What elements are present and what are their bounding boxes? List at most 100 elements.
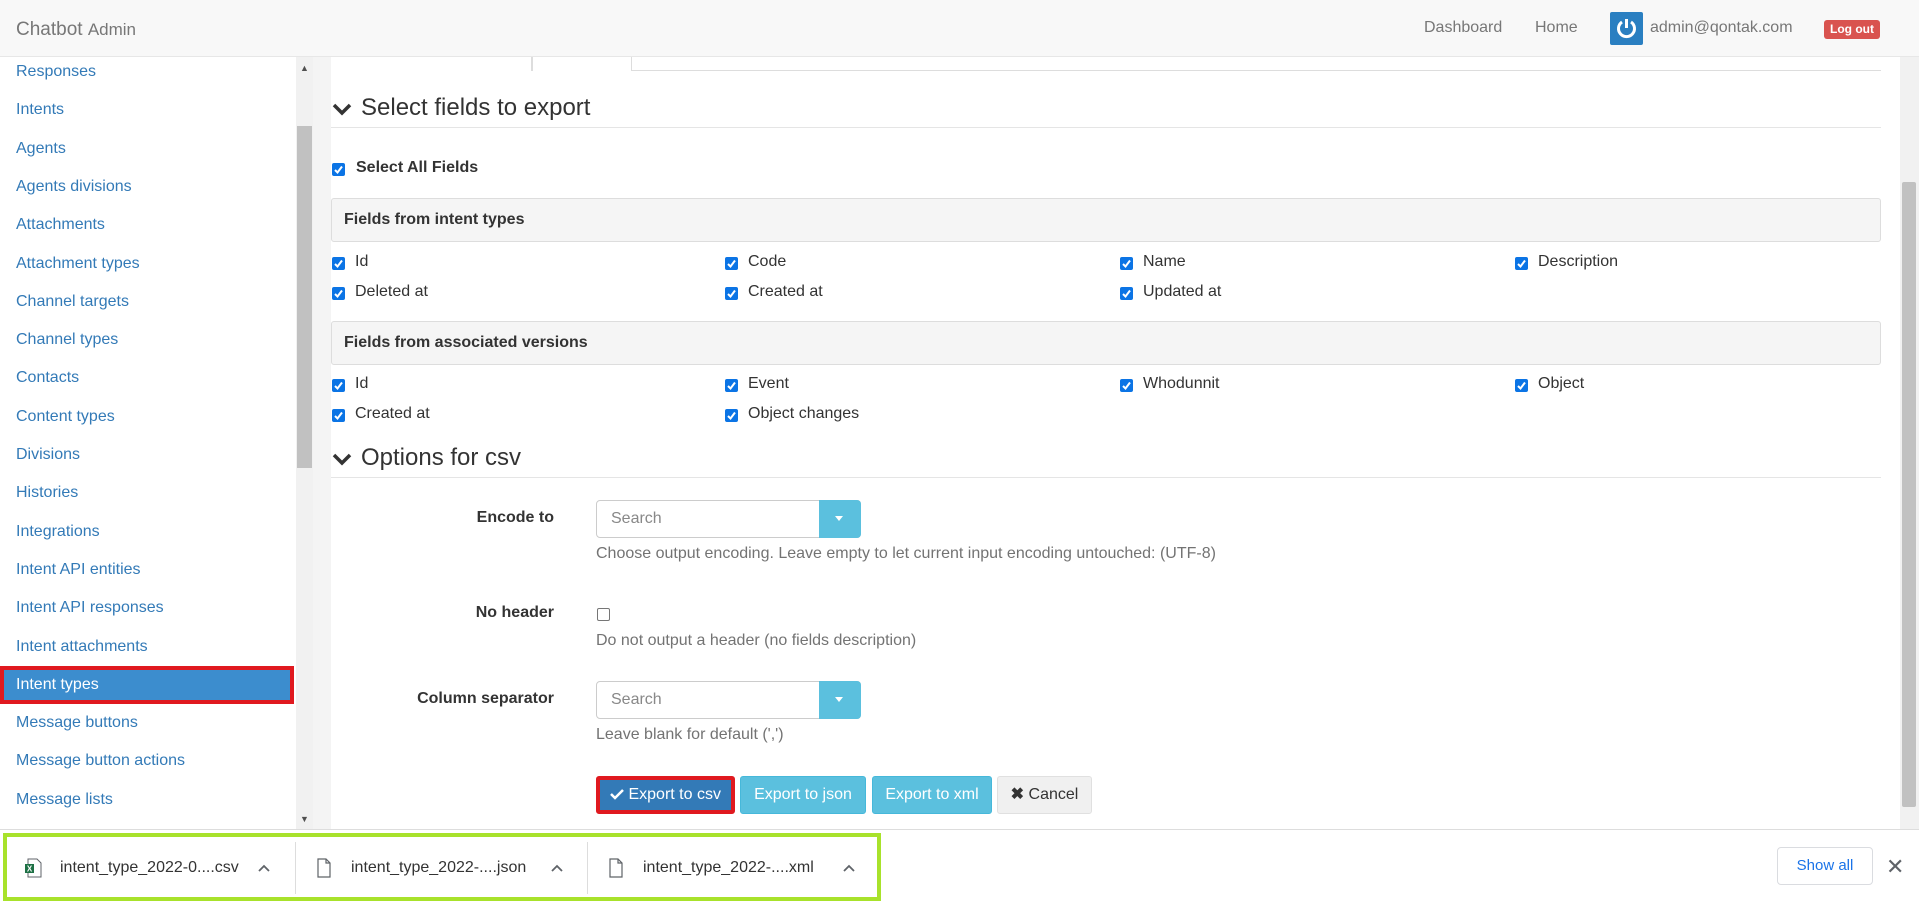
scroll-up-icon[interactable]: ▲ xyxy=(296,60,313,77)
dropdown-button[interactable] xyxy=(819,681,861,719)
user-email[interactable]: admin@qontak.com xyxy=(1650,19,1793,37)
field-checkbox-updated-at[interactable] xyxy=(1120,287,1133,300)
chevron-up-icon[interactable] xyxy=(258,864,270,872)
sidebar-item-integrations[interactable]: Integrations xyxy=(0,513,294,551)
field-label-event: Event xyxy=(748,375,789,392)
tab-divider xyxy=(632,70,1881,71)
checkmark-icon xyxy=(1122,289,1131,299)
export-csv-button[interactable]: Export to csv xyxy=(596,776,735,814)
sidebar-item-responses[interactable]: Responses xyxy=(0,57,294,91)
download-name: intent_type_2022-....json xyxy=(351,859,527,876)
cancel-button[interactable]: ✖ Cancel xyxy=(997,776,1092,814)
sidebar-item-message-buttons[interactable]: Message buttons xyxy=(0,704,294,742)
field-label-created-at: Created at xyxy=(355,405,430,422)
sidebar-item-divisions[interactable]: Divisions xyxy=(0,436,294,474)
section-fields-title: Select fields to export xyxy=(361,94,591,121)
avatar[interactable] xyxy=(1610,12,1643,45)
field-label-code: Code xyxy=(748,253,787,270)
file-icon xyxy=(609,858,623,878)
checkmark-icon xyxy=(727,259,736,269)
field-checkbox-id[interactable] xyxy=(332,257,345,270)
section-fields-header[interactable]: Select fields to export xyxy=(331,94,590,122)
caret-down-icon xyxy=(835,516,843,521)
field-label-id: Id xyxy=(355,375,369,392)
sidebar-item-message-button-actions[interactable]: Message button actions xyxy=(0,742,294,780)
show-all-button[interactable]: Show all xyxy=(1777,847,1873,885)
group-associated-versions: Fields from associated versions xyxy=(331,321,1881,365)
download-item-json[interactable]: intent_type_2022-....json xyxy=(316,842,586,894)
dropdown-button[interactable] xyxy=(819,500,861,538)
close-icon: ✖ xyxy=(1010,786,1025,803)
sidebar-item-channel-targets[interactable]: Channel targets xyxy=(0,283,294,321)
group-versions-title: Fields from associated versions xyxy=(344,334,588,351)
brand[interactable]: Chatbot Admin xyxy=(16,19,136,41)
field-label-created-at: Created at xyxy=(748,283,823,300)
download-name: intent_type_2022-....xml xyxy=(643,859,814,876)
sidebar-item-intent-attachments[interactable]: Intent attachments xyxy=(0,628,294,666)
field-checkbox-object-changes[interactable] xyxy=(725,409,738,422)
download-item-xml[interactable]: intent_type_2022-....xml xyxy=(608,842,878,894)
download-separator xyxy=(587,842,588,894)
field-label-name: Name xyxy=(1143,253,1186,270)
scroll-down-icon[interactable]: ▼ xyxy=(296,811,313,828)
field-checkbox-whodunnit[interactable] xyxy=(1120,379,1133,392)
sidebar-item-intent-api-entities[interactable]: Intent API entities xyxy=(0,551,294,589)
field-checkbox-code[interactable] xyxy=(725,257,738,270)
main-scrollbar-thumb[interactable] xyxy=(1902,182,1916,807)
sidebar-item-channel-types[interactable]: Channel types xyxy=(0,321,294,359)
sidebar-item-contacts[interactable]: Contacts xyxy=(0,359,294,397)
sidebar-item-agents[interactable]: Agents xyxy=(0,130,294,168)
sidebar-scrollbar-thumb[interactable] xyxy=(297,126,312,468)
sidebar-item-content-types[interactable]: Content types xyxy=(0,398,294,436)
field-label-object-changes: Object changes xyxy=(748,405,860,422)
field-checkbox-created-at[interactable] xyxy=(332,409,345,422)
export-xml-button[interactable]: Export to xml xyxy=(872,776,992,814)
encode-help: Choose output encoding. Leave empty to l… xyxy=(596,545,1216,562)
logout-button[interactable]: Log out xyxy=(1824,20,1880,39)
sidebar-item-intent-api-responses[interactable]: Intent API responses xyxy=(0,589,294,627)
chevron-down-icon xyxy=(332,453,352,466)
separator-placeholder: Search xyxy=(611,691,662,708)
section-options-header[interactable]: Options for csv xyxy=(331,444,521,472)
field-checkbox-event[interactable] xyxy=(725,379,738,392)
separator-help: Leave blank for default (',') xyxy=(596,726,784,743)
close-icon[interactable]: ✕ xyxy=(1886,854,1904,880)
nav-home-link[interactable]: Home xyxy=(1535,19,1578,37)
download-item-csv[interactable]: X intent_type_2022-0....csv xyxy=(22,842,292,894)
group-intent-types: Fields from intent types xyxy=(331,198,1881,242)
download-separator xyxy=(295,842,296,894)
sidebar-item-histories[interactable]: Histories xyxy=(0,474,294,512)
sidebar-item-intents[interactable]: Intents xyxy=(0,91,294,129)
field-label-id: Id xyxy=(355,253,369,270)
sidebar-item-intent-types[interactable]: Intent types xyxy=(0,665,294,704)
field-label-object: Object xyxy=(1538,375,1585,392)
field-checkbox-id[interactable] xyxy=(332,379,345,392)
brand-subtitle: Admin xyxy=(87,20,137,39)
field-checkbox-deleted-at[interactable] xyxy=(332,287,345,300)
field-checkbox-created-at[interactable] xyxy=(725,287,738,300)
field-checkbox-description[interactable] xyxy=(1515,257,1528,270)
file-icon xyxy=(317,858,331,878)
field-label-whodunnit: Whodunnit xyxy=(1143,375,1220,392)
main-content: Select fields to export Select All Field… xyxy=(331,57,1900,829)
sidebar-item-agents-divisions[interactable]: Agents divisions xyxy=(0,168,294,206)
select-all-checkbox[interactable] xyxy=(332,163,345,176)
tab-active[interactable] xyxy=(531,57,632,71)
select-all-label: Select All Fields xyxy=(356,159,479,176)
sidebar-item-attachment-types[interactable]: Attachment types xyxy=(0,245,294,283)
separator-select[interactable]: Search xyxy=(596,681,861,719)
chevron-up-icon[interactable] xyxy=(551,864,563,872)
encode-select[interactable]: Search xyxy=(596,500,861,538)
export-json-button[interactable]: Export to json xyxy=(740,776,866,814)
checkmark-icon xyxy=(334,289,343,299)
no-header-help: Do not output a header (no fields descri… xyxy=(596,632,917,649)
top-navbar: Chatbot Admin Dashboard Home admin@qonta… xyxy=(0,0,1919,57)
sidebar-item-message-lists[interactable]: Message lists xyxy=(0,781,294,819)
no-header-checkbox[interactable] xyxy=(597,608,610,621)
field-checkbox-name[interactable] xyxy=(1120,257,1133,270)
field-label-deleted-at: Deleted at xyxy=(355,283,428,300)
chevron-up-icon[interactable] xyxy=(843,864,855,872)
sidebar-item-attachments[interactable]: Attachments xyxy=(0,206,294,244)
field-checkbox-object[interactable] xyxy=(1515,379,1528,392)
nav-dashboard-link[interactable]: Dashboard xyxy=(1424,19,1502,37)
